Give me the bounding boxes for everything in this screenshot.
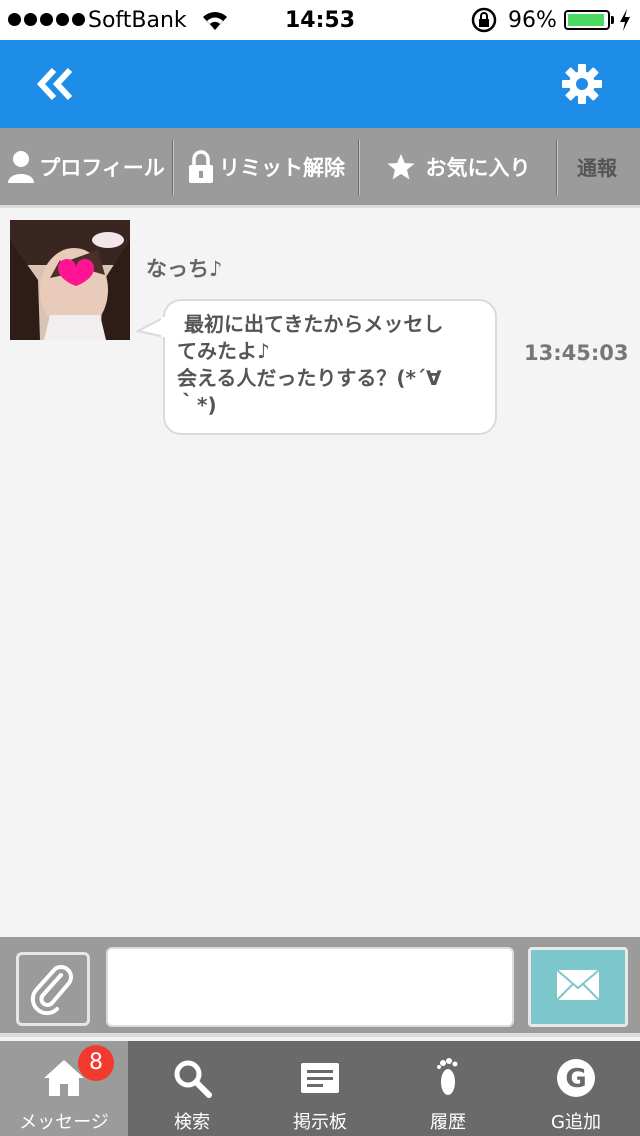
svg-text:G: G <box>565 1064 586 1094</box>
charging-bolt-icon <box>620 9 630 31</box>
envelope-icon <box>556 969 600 1001</box>
footprint-icon <box>437 1058 458 1095</box>
search-icon <box>174 1060 212 1098</box>
profile-label: プロフィール <box>39 155 165 180</box>
status-bar: SoftBank 14:53 96% <box>0 0 640 40</box>
message-input[interactable] <box>106 947 514 1027</box>
tab-messages[interactable]: メッセージ 8 <box>0 1041 128 1136</box>
battery-icon <box>564 10 610 30</box>
attach-button[interactable] <box>16 952 90 1026</box>
unread-badge: 8 <box>78 1045 114 1081</box>
lock-icon <box>189 149 213 183</box>
tab-g-add[interactable]: G G追加 <box>512 1041 640 1136</box>
send-button[interactable] <box>528 947 628 1027</box>
double-chevron-left-icon[interactable] <box>34 62 78 106</box>
tab-bar: メッセージ 8 検索 掲示板 履歴 G G追加 <box>0 1041 640 1136</box>
report-label: 通報 <box>577 156 617 180</box>
tab-label: 履歴 <box>430 1112 466 1133</box>
tab-board[interactable]: 掲示板 <box>256 1041 384 1136</box>
tab-label: 掲示板 <box>293 1112 347 1133</box>
report-button[interactable]: 通報 <box>558 139 636 195</box>
tab-history[interactable]: 履歴 <box>384 1041 512 1136</box>
sender-name: なっち♪ <box>146 257 223 281</box>
action-bar: プロフィール リミット解除 お気に入り 通報 <box>0 128 640 208</box>
avatar[interactable] <box>10 220 130 340</box>
tab-label: G追加 <box>551 1112 601 1133</box>
rotation-lock-icon <box>471 7 497 33</box>
battery-percent: 96% <box>508 8 557 33</box>
favorite-button[interactable]: お気に入り <box>360 139 556 195</box>
profile-button[interactable]: プロフィール <box>0 139 172 195</box>
message-bubble: 最初に出てきたからメッセし てみたよ♪ 会える人だったりする？(*´∀ ｀*) <box>163 299 497 435</box>
message-line: 会える人だったりする？(*´∀ <box>177 366 442 390</box>
composer <box>0 937 640 1037</box>
limit-release-label: リミット解除 <box>219 155 345 180</box>
message-line: てみたよ♪ <box>177 339 270 363</box>
board-icon <box>301 1063 339 1093</box>
g-circle-icon: G <box>557 1059 595 1097</box>
message-line: ｀*) <box>177 393 217 417</box>
nav-bar <box>0 40 640 128</box>
favorite-label: お気に入り <box>425 155 531 180</box>
message-timestamp: 13:45:03 <box>524 341 629 365</box>
chat-area: なっち♪ 最初に出てきたからメッセし てみたよ♪ 会える人だったりする？(*´∀… <box>0 211 640 937</box>
gear-icon[interactable] <box>560 62 604 106</box>
star-icon <box>387 153 414 179</box>
message-line: 最初に出てきたからメッセし <box>177 312 444 336</box>
tab-search[interactable]: 検索 <box>128 1041 256 1136</box>
tab-label: 検索 <box>174 1112 210 1133</box>
person-icon <box>8 150 35 183</box>
tab-label: メッセージ <box>19 1112 109 1133</box>
limit-release-button[interactable]: リミット解除 <box>174 139 358 195</box>
paperclip-icon <box>30 965 73 1016</box>
